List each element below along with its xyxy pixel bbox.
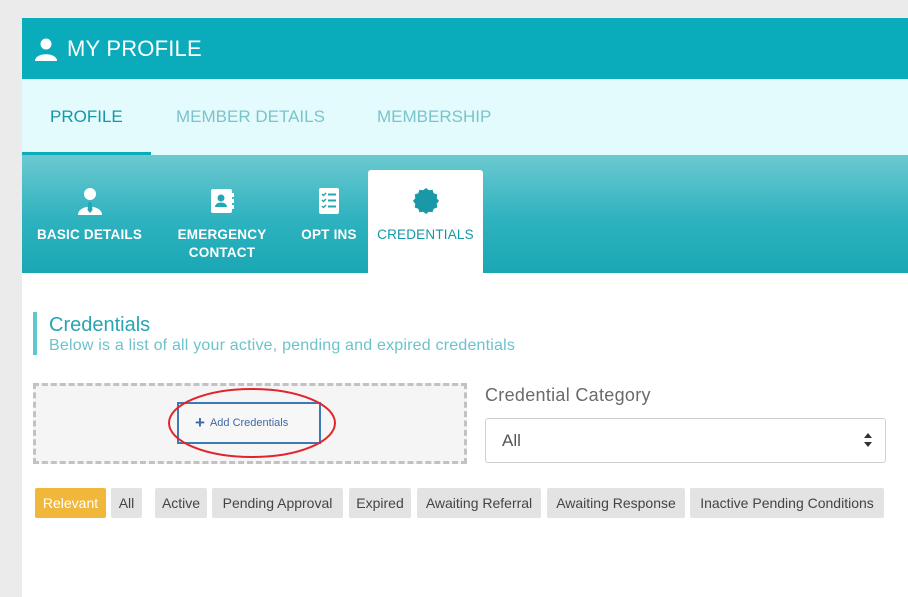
person-tie-icon <box>77 188 102 215</box>
plus-icon: + <box>195 413 205 432</box>
credential-category-label: Credential Category <box>485 385 651 405</box>
subtab-credentials[interactable]: CREDENTIALS <box>368 170 483 273</box>
checklist-icon <box>319 188 339 214</box>
page-title: MY PROFILE <box>67 36 202 61</box>
credential-category-value: All <box>502 431 521 450</box>
add-credentials-label: Add Credentials <box>209 417 289 429</box>
filter-pending-approval[interactable]: Pending Approval <box>212 488 343 518</box>
sort-arrows-icon <box>864 433 872 447</box>
tab-membership[interactable]: MEMBERSHIP <box>377 79 491 155</box>
filter-active[interactable]: Active <box>155 488 207 518</box>
subtab-label: EMERGENCY CONTACT <box>177 227 267 260</box>
subtab-label: OPT INS <box>301 227 357 242</box>
sub-tab-bar: BASIC DETAILS EMERGENCY CONTACT OPT INS … <box>22 155 908 273</box>
contact-book-icon <box>211 189 234 213</box>
badge-seal-icon <box>412 188 439 214</box>
tab-member-details[interactable]: MEMBER DETAILS <box>176 79 325 155</box>
credential-category-select[interactable]: All <box>485 418 886 463</box>
subtab-label: CREDENTIALS <box>377 227 474 242</box>
header-bar: MY PROFILE <box>22 18 908 79</box>
filter-awaiting-response[interactable]: Awaiting Response <box>547 488 685 518</box>
filter-relevant[interactable]: Relevant <box>35 488 106 518</box>
subtab-label: BASIC DETAILS <box>36 227 143 242</box>
filter-expired[interactable]: Expired <box>349 488 411 518</box>
subtab-opt-ins[interactable]: OPT INS <box>294 155 364 273</box>
tab-profile[interactable]: PROFILE <box>22 79 151 155</box>
subtab-emergency-contact[interactable]: EMERGENCY CONTACT <box>167 155 277 273</box>
user-icon <box>35 38 57 61</box>
profile-card: MY PROFILE PROFILE MEMBER DETAILS MEMBER… <box>22 18 908 597</box>
section-subtitle: Below is a list of all your active, pend… <box>49 337 516 354</box>
filter-awaiting-referral[interactable]: Awaiting Referral <box>417 488 541 518</box>
section-title: Credentials <box>49 314 151 336</box>
filter-inactive-pending-conditions[interactable]: Inactive Pending Conditions <box>690 488 884 518</box>
subtab-basic-details[interactable]: BASIC DETAILS <box>32 155 147 273</box>
main-tab-bar: PROFILE MEMBER DETAILS MEMBERSHIP <box>22 79 908 155</box>
add-credentials-button[interactable]: + Add Credentials <box>177 402 321 444</box>
section-accent-bar <box>33 312 37 355</box>
filter-all[interactable]: All <box>111 488 142 518</box>
